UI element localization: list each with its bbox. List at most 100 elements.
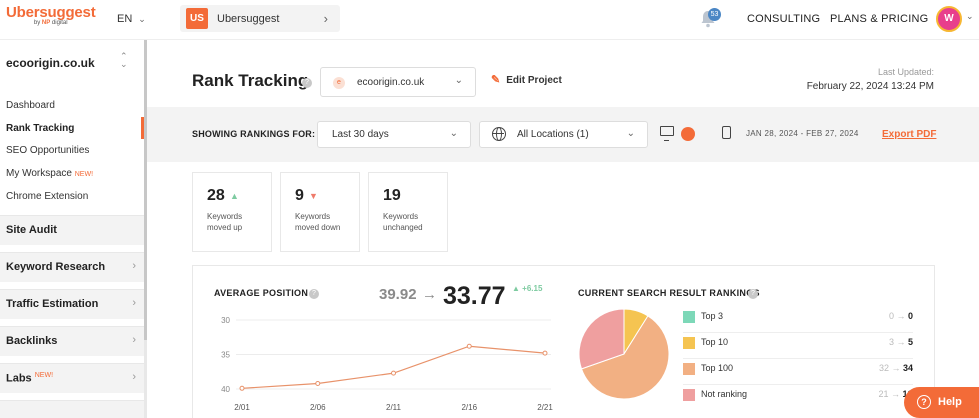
- legend-swatch: [683, 389, 695, 401]
- legend-value: 0 → 0: [888, 311, 913, 321]
- chevron-right-icon: ›: [132, 297, 136, 309]
- mobile-icon[interactable]: [722, 126, 731, 139]
- location-select[interactable]: All Locations (1) ⌄: [479, 121, 648, 148]
- domain-name: ecoorigin.co.uk: [357, 77, 425, 88]
- pencil-icon: ✎: [491, 74, 501, 86]
- location-value: All Locations (1): [517, 129, 589, 140]
- stat-label-line2: unchanged: [383, 223, 423, 232]
- consulting-link[interactable]: CONSULTING: [747, 13, 820, 25]
- logo-sub-suffix: digital: [51, 20, 68, 26]
- legend-value-to: 0: [907, 311, 913, 321]
- sidebar-group-traffic-estimation[interactable]: Traffic Estimation ›: [0, 289, 144, 319]
- labs-label: Labs: [6, 372, 32, 385]
- y-tick-label: 35: [221, 351, 230, 360]
- device-toggle-knob[interactable]: [681, 127, 695, 141]
- chevron-right-icon: ›: [132, 334, 136, 346]
- sidebar-item-my-workspace[interactable]: My Workspace NEW!: [6, 168, 93, 179]
- stat-card-unchanged: 19 Keywords unchanged: [368, 172, 448, 252]
- stat-card-moved-down: 9 ▼ Keywords moved down: [280, 172, 360, 252]
- domain-selector[interactable]: e ecoorigin.co.uk ⌄: [320, 67, 476, 97]
- help-button[interactable]: ? Help: [904, 387, 979, 418]
- stat-label-line1: Keywords: [207, 212, 243, 221]
- sidebar-scrollbar-thumb[interactable]: [144, 40, 147, 340]
- legend-row-top-10: Top 10 3 → 5: [683, 335, 913, 359]
- x-tick-label: 2/21: [537, 403, 553, 412]
- sidebar-group-labs[interactable]: Labs NEW! ›: [0, 363, 144, 393]
- top-bar: Ubersuggest by NP digital EN ⌄ US Ubersug…: [0, 0, 979, 40]
- help-icon[interactable]: ?: [748, 289, 758, 299]
- x-tick-label: 2/11: [386, 403, 402, 412]
- sidebar-group-label: Backlinks: [6, 335, 58, 347]
- legend-value: 3 → 5: [888, 337, 913, 347]
- period-select[interactable]: Last 30 days ⌄: [317, 121, 471, 148]
- chevron-down-icon: ⌄: [626, 128, 635, 139]
- ubersuggest-logo[interactable]: Ubersuggest by NP digital: [6, 4, 96, 26]
- legend-value-from: 21: [878, 389, 889, 399]
- chevron-down-icon[interactable]: ⌄: [966, 11, 974, 22]
- data-point: [391, 370, 396, 376]
- stat-label: Keywords unchanged: [383, 211, 423, 233]
- language-selector[interactable]: EN ⌄: [117, 13, 146, 25]
- average-position-change: ▲ +6.15: [512, 284, 542, 293]
- average-position-to: 33.77: [443, 282, 506, 310]
- sidebar-item-chrome-extension[interactable]: Chrome Extension: [6, 191, 88, 202]
- site-selector[interactable]: ecoorigin.co.uk: [6, 56, 95, 70]
- arrow-up-icon: ▲: [230, 191, 239, 201]
- chevron-down-icon: ⌄: [454, 75, 463, 86]
- legend-label: Not ranking: [701, 389, 748, 399]
- avatar[interactable]: W: [936, 6, 962, 32]
- sidebar-group-keyword-research[interactable]: Keyword Research ›: [0, 252, 144, 282]
- project-name: Ubersuggest: [217, 13, 280, 25]
- legend-row-top-3: Top 3 0 → 0: [683, 309, 913, 333]
- average-position-from: 39.92: [379, 286, 417, 303]
- stat-label-line2: moved down: [295, 223, 341, 232]
- sidebar-item-seo-opportunities[interactable]: SEO Opportunities: [6, 145, 89, 156]
- last-updated-value: February 22, 2024 13:24 PM: [806, 81, 934, 92]
- help-icon[interactable]: ?: [302, 78, 312, 88]
- chevron-right-icon: ›: [132, 260, 136, 272]
- project-switcher[interactable]: US Ubersuggest ›: [180, 5, 340, 32]
- chevron-updown-icon[interactable]: ⌃ ⌄: [120, 52, 128, 69]
- sidebar-group-label: Labs NEW!: [6, 372, 53, 385]
- y-tick-label: 40: [221, 385, 230, 394]
- help-icon[interactable]: ?: [309, 289, 319, 299]
- last-updated-label: Last Updated:: [877, 67, 934, 77]
- legend-value-to: 34: [902, 363, 913, 373]
- chevron-down-icon: ⌄: [138, 14, 146, 24]
- average-position-title: AVERAGE POSITION: [214, 288, 309, 298]
- stat-label: Keywords moved down: [295, 211, 340, 233]
- stat-value: 19: [383, 187, 401, 204]
- question-icon: ?: [917, 395, 931, 409]
- logo-text: Ubersuggest: [6, 4, 96, 21]
- new-badge: NEW!: [74, 171, 94, 178]
- legend-value-to: 5: [907, 337, 913, 347]
- legend-value-from: 0: [888, 311, 894, 321]
- edit-project-button[interactable]: ✎ Edit Project: [491, 73, 562, 86]
- edit-project-label: Edit Project: [506, 75, 562, 86]
- plans-pricing-link[interactable]: PLANS & PRICING: [830, 13, 928, 25]
- export-pdf-link[interactable]: Export PDF: [882, 129, 936, 140]
- x-tick-label: 2/06: [310, 403, 326, 412]
- stat-label-line1: Keywords: [383, 212, 419, 221]
- sidebar-group-backlinks[interactable]: Backlinks ›: [0, 326, 144, 356]
- stat-value: 28: [207, 187, 225, 204]
- legend-row-not-ranking: Not ranking 21 → 1?: [683, 387, 913, 411]
- logo-sub-prefix: by: [33, 20, 41, 26]
- average-position-line-chart: 30 35 40 2/01 2/06 2/11 2/16 2/21: [221, 316, 553, 412]
- legend-row-top-100: Top 100 32 → 34: [683, 361, 913, 385]
- sidebar-group-label: Site Audit: [6, 224, 57, 236]
- legend-label: Top 10: [701, 337, 729, 347]
- sidebar-item-dashboard[interactable]: Dashboard: [6, 100, 55, 111]
- x-tick-label: 2/16: [461, 403, 477, 412]
- desktop-icon[interactable]: [660, 126, 674, 141]
- sidebar-group-site-audit[interactable]: Site Audit: [0, 215, 144, 245]
- sidebar-item-label: My Workspace: [6, 168, 72, 179]
- sidebar-group-more[interactable]: [0, 400, 144, 418]
- data-point: [542, 350, 548, 356]
- page-title: Rank Tracking: [192, 71, 309, 90]
- legend-swatch: [683, 311, 695, 323]
- current-rankings-title: CURRENT SEARCH RESULT RANKINGS: [578, 288, 760, 298]
- stat-label-line2: moved up: [207, 223, 243, 232]
- stat-label: Keywords moved up: [207, 211, 242, 233]
- sidebar-item-rank-tracking[interactable]: Rank Tracking: [6, 123, 74, 134]
